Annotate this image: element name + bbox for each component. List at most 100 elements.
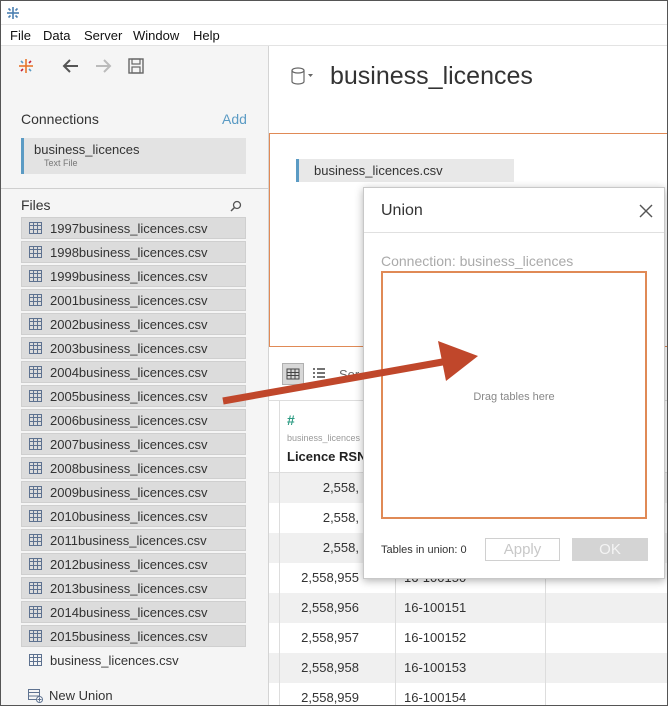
table-icon	[29, 558, 42, 570]
menu-file[interactable]: File	[10, 28, 31, 43]
files-heading: Files	[21, 197, 51, 213]
file-name: 2014business_licences.csv	[50, 605, 208, 620]
close-icon[interactable]	[639, 204, 653, 218]
table-icon	[29, 270, 42, 282]
connection-item[interactable]: business_licences Text File	[21, 138, 246, 174]
table-icon	[29, 318, 42, 330]
file-name: 2001business_licences.csv	[50, 293, 208, 308]
file-item[interactable]: 2011business_licences.csv	[21, 529, 246, 551]
file-item[interactable]: 1997business_licences.csv	[21, 217, 246, 239]
file-name: 2003business_licences.csv	[50, 341, 208, 356]
menu-data[interactable]: Data	[43, 28, 70, 43]
add-connection-link[interactable]: Add	[222, 111, 247, 127]
table-icon	[29, 222, 42, 234]
list-view-button[interactable]	[309, 363, 331, 385]
table-icon	[29, 654, 42, 666]
table-icon	[29, 486, 42, 498]
table-icon	[29, 510, 42, 522]
table-icon	[29, 630, 42, 642]
pane-divider	[1, 188, 269, 189]
table-icon	[29, 390, 42, 402]
file-name: 2005business_licences.csv	[50, 389, 208, 404]
table-icon	[29, 606, 42, 618]
app-window: File Data Server Window Help Connections…	[0, 0, 668, 706]
file-name: 2010business_licences.csv	[50, 509, 208, 524]
canvas-table-name: business_licences.csv	[314, 163, 443, 178]
back-arrow-icon[interactable]	[61, 56, 81, 76]
connection-type: Text File	[44, 158, 78, 168]
file-name: 2013business_licences.csv	[50, 581, 208, 596]
table-icon	[29, 438, 42, 450]
file-item[interactable]: 2008business_licences.csv	[21, 457, 246, 479]
licence-rsn-cell: 2,558,958	[301, 660, 359, 675]
file-item[interactable]: 2003business_licences.csv	[21, 337, 246, 359]
grid-view-icon	[286, 368, 300, 380]
drop-zone[interactable]: Drag tables here	[381, 271, 647, 519]
file-item[interactable]: 2014business_licences.csv	[21, 601, 246, 623]
file-item[interactable]: 2009business_licences.csv	[21, 481, 246, 503]
table-icon	[29, 414, 42, 426]
title-bar	[1, 1, 667, 25]
file-item[interactable]: 2007business_licences.csv	[21, 433, 246, 455]
file-item[interactable]: 2015business_licences.csv	[21, 625, 246, 647]
new-union-icon	[28, 689, 43, 703]
file-list: 1997business_licences.csv 1998business_li…	[21, 217, 246, 673]
table-row: 2,558,956 16-100151	[269, 593, 667, 623]
tableau-start-icon[interactable]	[16, 56, 36, 76]
canvas-table[interactable]: business_licences.csv	[296, 159, 514, 182]
sort-label[interactable]: Sor	[339, 367, 359, 382]
file-name: 2008business_licences.csv	[50, 461, 208, 476]
licence-rsn-cell: 2,558,955	[301, 570, 359, 585]
file-item[interactable]: 1998business_licences.csv	[21, 241, 246, 263]
file-item[interactable]: 2010business_licences.csv	[21, 505, 246, 527]
menu-window[interactable]: Window	[133, 28, 179, 43]
dialog-connection-label: Connection: business_licences	[381, 253, 574, 269]
file-name: 1999business_licences.csv	[50, 269, 208, 284]
licence-rsn-cell: 2,558,957	[301, 630, 359, 645]
table-icon	[29, 294, 42, 306]
file-item[interactable]: 1999business_licences.csv	[21, 265, 246, 287]
search-icon[interactable]	[230, 200, 242, 212]
column-header-licence-rsn[interactable]: Licence RSN	[287, 449, 366, 464]
save-icon[interactable]	[126, 56, 146, 76]
file-item[interactable]: business_licences.csv	[21, 649, 246, 671]
union-dialog: Union Connection: business_licences Drag…	[363, 187, 665, 579]
menu-help[interactable]: Help	[193, 28, 220, 43]
table-row: 2,558,957 16-100152	[269, 623, 667, 653]
file-item[interactable]: 2002business_licences.csv	[21, 313, 246, 335]
menu-server[interactable]: Server	[84, 28, 122, 43]
file-item[interactable]: 2004business_licences.csv	[21, 361, 246, 383]
menu-bar: File Data Server Window Help	[1, 25, 667, 46]
licence-rsn-cell: 2,558,959	[301, 690, 359, 705]
connections-heading: Connections	[21, 111, 99, 127]
licence-rsn-cell: 2,558,956	[301, 600, 359, 615]
file-name: 2009business_licences.csv	[50, 485, 208, 500]
connection-name: business_licences	[34, 142, 140, 157]
forward-arrow-icon[interactable]	[93, 56, 113, 76]
file-name: 2004business_licences.csv	[50, 365, 208, 380]
table-icon	[29, 342, 42, 354]
number-type-icon[interactable]: #	[287, 412, 295, 428]
ok-button[interactable]: OK	[572, 538, 648, 561]
table-icon	[29, 582, 42, 594]
licence-number-cell: 16-100153	[404, 660, 467, 675]
apply-button[interactable]: Apply	[485, 538, 560, 561]
table-icon	[29, 246, 42, 258]
table-row: 2,558,959 16-100154	[269, 683, 667, 705]
datasource-icon[interactable]	[290, 67, 314, 85]
file-item[interactable]: 2006business_licences.csv	[21, 409, 246, 431]
file-item[interactable]: 2012business_licences.csv	[21, 553, 246, 575]
file-name: 1998business_licences.csv	[50, 245, 208, 260]
table-icon	[29, 462, 42, 474]
file-item[interactable]: 2005business_licences.csv	[21, 385, 246, 407]
file-item[interactable]: 2001business_licences.csv	[21, 289, 246, 311]
new-union-item[interactable]: New Union	[21, 685, 246, 705]
licence-number-cell: 16-100152	[404, 630, 467, 645]
new-union-label: New Union	[49, 688, 113, 703]
grid-view-button[interactable]	[282, 363, 304, 385]
file-name: 2006business_licences.csv	[50, 413, 208, 428]
file-name: 2015business_licences.csv	[50, 629, 208, 644]
file-item[interactable]: 2013business_licences.csv	[21, 577, 246, 599]
datasource-title[interactable]: business_licences	[330, 62, 533, 91]
licence-rsn-cell: 2,558,	[322, 480, 359, 495]
